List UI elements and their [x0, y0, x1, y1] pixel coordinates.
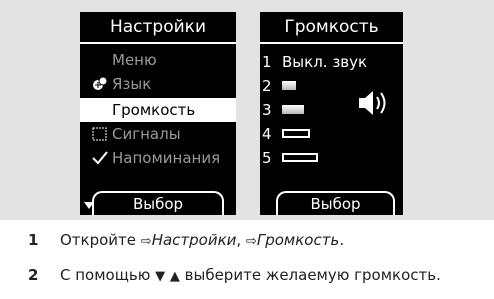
- menu-item-label: Громкость: [112, 101, 196, 119]
- step-suffix: выберите желаемую громкость.: [179, 266, 441, 284]
- level-number: 1: [262, 53, 272, 71]
- menu-item-reminders[interactable]: Напоминания: [80, 146, 236, 170]
- menu-item-language[interactable]: Язык: [80, 72, 236, 96]
- path-separator: ,: [236, 231, 246, 249]
- step-text: Откройте ⇨Настройки, ⇨Громкость.: [60, 230, 344, 252]
- menu-item-label: Сигналы: [112, 125, 181, 143]
- step-text: С помощью ▼ ▲ выберите желаемую громкост…: [60, 265, 441, 287]
- menu-item-label: Язык: [112, 75, 152, 93]
- path-settings: Настройки: [151, 231, 237, 249]
- volume-bar: [282, 129, 310, 138]
- level-number: 5: [262, 149, 272, 167]
- menu-item-signals[interactable]: Сигналы: [80, 122, 236, 146]
- path-volume: Громкость: [256, 231, 340, 249]
- checkmark-icon: [82, 146, 110, 170]
- arrow-up-icon: ▲: [169, 269, 180, 284]
- volume-level-5[interactable]: 5: [260, 146, 403, 170]
- step-number: 1: [28, 231, 39, 249]
- volume-bar: [282, 153, 318, 162]
- menu-arrow-icon: ⇨: [140, 234, 152, 249]
- select-softkey[interactable]: Выбор: [276, 191, 395, 215]
- settings-title: Настройки: [109, 17, 206, 37]
- volume-level-1[interactable]: 1 Выкл. звук: [260, 50, 403, 74]
- header-divider: [260, 42, 403, 44]
- header-divider: [80, 42, 236, 44]
- level-number: 4: [262, 125, 272, 143]
- select-softkey[interactable]: Выбор: [92, 191, 224, 215]
- arrow-down-icon: ▼: [155, 269, 166, 284]
- volume-screen: Громкость 1 Выкл. звук 2 3 4 5 Выбор: [260, 12, 403, 215]
- signals-icon: [82, 122, 110, 146]
- language-icon: [82, 72, 110, 96]
- menu-item-label: Напоминания: [112, 149, 221, 167]
- menu-arrow-icon: ⇨: [245, 234, 257, 249]
- step-suffix: .: [339, 231, 345, 249]
- menu-item-volume[interactable]: Громкость: [80, 98, 236, 122]
- volume-bar: [282, 105, 304, 114]
- level-number: 2: [262, 77, 272, 95]
- step-number: 2: [28, 266, 39, 284]
- level-number: 3: [262, 101, 272, 119]
- step-prefix: С помощью: [60, 266, 156, 284]
- volume-level-4[interactable]: 4: [260, 122, 403, 146]
- step-prefix: Откройте: [60, 231, 141, 249]
- speaker-icon: [359, 91, 386, 115]
- menu-item-label: Меню: [112, 51, 157, 69]
- settings-screen: Настройки Меню Язык Громкость Сигналы На…: [80, 12, 236, 215]
- illustration-panel: Настройки Меню Язык Громкость Сигналы На…: [0, 0, 494, 220]
- mute-label: Выкл. звук: [282, 53, 368, 71]
- volume-bar: [282, 81, 296, 90]
- volume-title: Громкость: [284, 17, 379, 37]
- menu-item-menu[interactable]: Меню: [80, 48, 236, 72]
